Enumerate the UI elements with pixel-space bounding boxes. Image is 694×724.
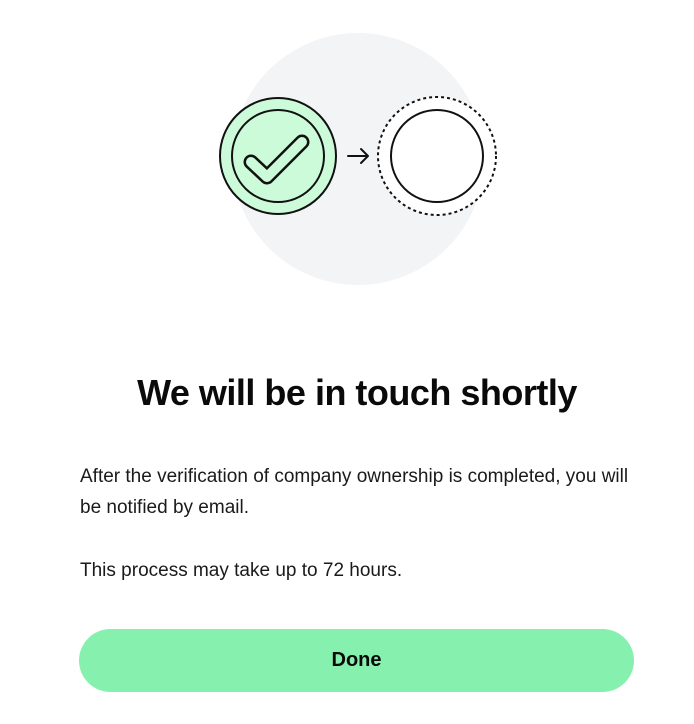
page-title: We will be in touch shortly [137, 372, 577, 413]
processing-time-note: This process may take up to 72 hours. [80, 560, 403, 581]
check-icon [219, 97, 337, 215]
done-button[interactable]: Done [79, 629, 634, 692]
confirmation-dialog: We will be in touch shortly After the ve… [0, 0, 694, 724]
pending-circle-icon [377, 96, 497, 216]
verification-message: After the verification of company owners… [80, 466, 629, 518]
verification-illustration [219, 33, 497, 285]
